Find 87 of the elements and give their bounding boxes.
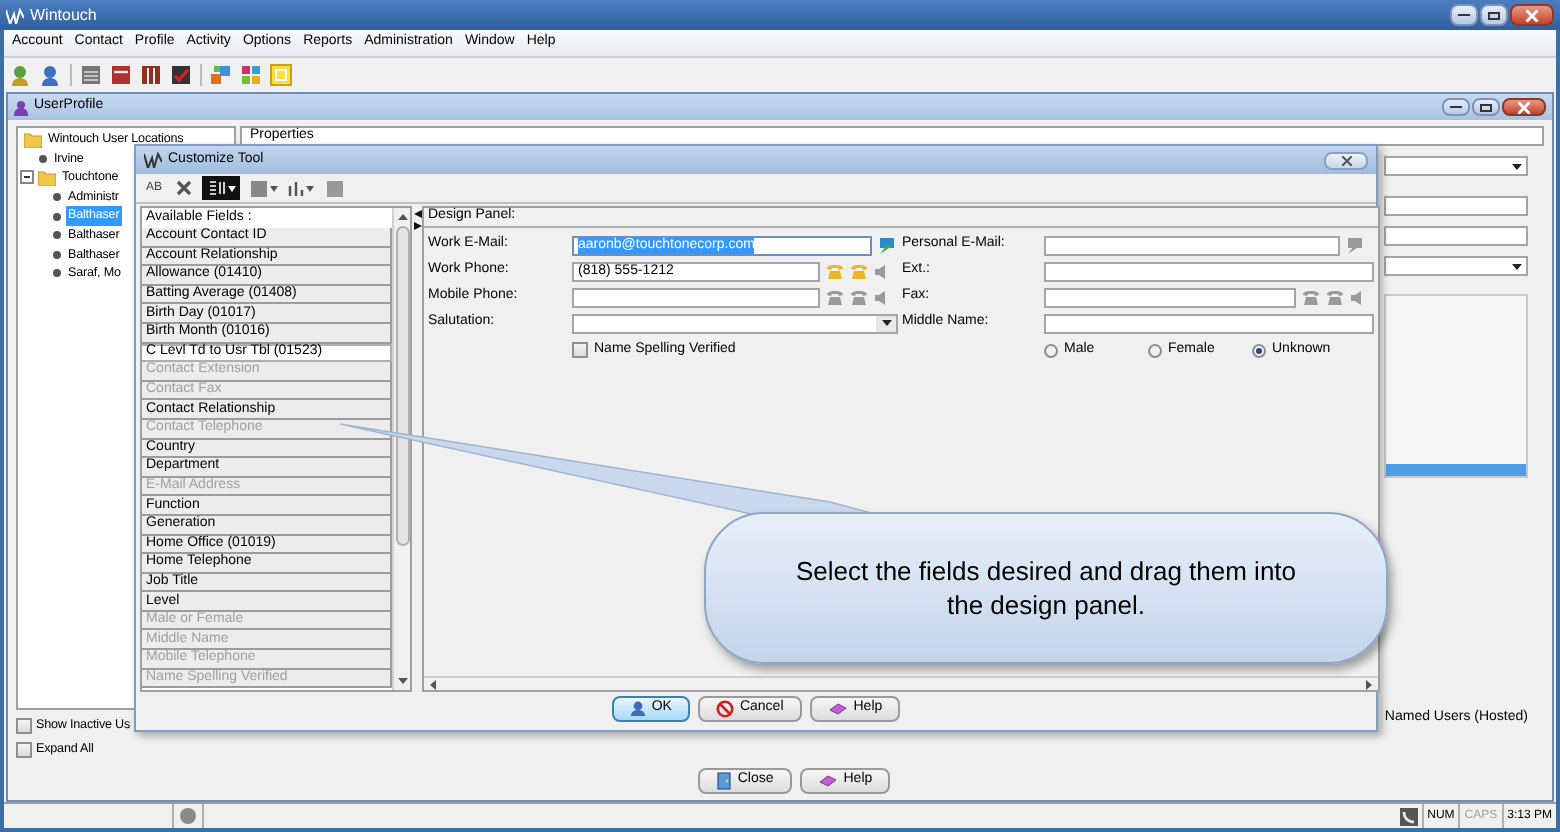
right-arrow-icon[interactable] [1366,679,1372,689]
splitter-arrows-icon[interactable] [413,210,421,230]
bullet-icon [52,211,62,222]
dropdown-field[interactable] [1384,256,1528,276]
delete-tool-button[interactable] [172,176,196,200]
scrollbar-thumb[interactable] [395,226,409,546]
person-icon[interactable] [10,64,32,86]
down-arrow-icon[interactable] [397,678,407,684]
caret-icon [269,185,277,191]
book-icon [827,701,848,715]
checkbox[interactable] [16,742,32,759]
checkbox[interactable] [572,342,588,358]
radio-button[interactable] [1044,343,1058,357]
x-icon [176,180,192,196]
close-button[interactable] [1502,98,1546,116]
grid-icon[interactable] [80,64,102,86]
horizontal-scrollbar[interactable] [424,676,1378,690]
selection-bar [1386,464,1526,476]
telephone-icon[interactable] [850,263,868,279]
caret-icon [1512,263,1522,269]
caret-icon [1512,163,1522,169]
close-button[interactable] [1510,4,1554,26]
telephone-icon[interactable] [826,289,844,305]
square-icon [325,179,343,197]
input-field[interactable] [1044,287,1296,307]
window-title: Wintouch [30,3,97,27]
app-logo-icon [6,7,24,23]
radio-button[interactable] [1252,343,1266,357]
bar-chart-icon [288,180,304,196]
square-icon[interactable] [270,64,292,86]
maximize-button[interactable] [1480,4,1508,26]
callout-text: Select the fields desired and drag them into the design panel. [793,554,1299,622]
caret-icon [306,185,314,191]
telephone-icon[interactable] [1326,289,1344,305]
checkmark-icon[interactable] [170,64,192,86]
layout-icon [207,180,225,196]
tiles-icon[interactable] [210,64,232,86]
speaker-icon[interactable] [1350,289,1364,305]
minimize-button[interactable] [1442,98,1470,116]
bullet-icon [52,268,62,279]
person-icon[interactable] [40,64,62,86]
left-arrow-icon[interactable] [430,679,436,689]
app-logo-icon [144,152,162,168]
box-tool-button[interactable] [322,176,346,200]
bullet-icon [38,153,48,164]
input-field[interactable] [1044,261,1374,281]
dropdown-field[interactable] [1384,156,1528,176]
close-icon [1526,9,1538,21]
close-button[interactable] [1324,151,1368,169]
caret-icon [881,320,891,326]
bar-chart-tool-button[interactable] [286,176,316,200]
scrollbar[interactable] [392,208,410,690]
color-grid-icon[interactable] [240,64,262,86]
up-arrow-icon[interactable] [397,214,407,220]
input-field[interactable] [572,287,820,307]
status-light-icon [178,806,198,826]
minimize-button[interactable] [1450,4,1478,26]
collapse-icon[interactable] [20,170,34,185]
bullet-icon [52,230,62,241]
dropdown-field[interactable] [572,313,898,333]
square-icon [249,179,267,197]
maximize-button[interactable] [1472,98,1500,116]
folder-icon [38,169,56,186]
person-icon [629,700,646,716]
close-icon [1341,155,1351,165]
checkbox[interactable] [16,717,32,734]
bullet-icon [52,192,62,203]
caret-icon [227,185,235,191]
input-field[interactable] [1044,313,1374,333]
telephone-icon[interactable] [1302,289,1320,305]
folder-icon [24,131,42,148]
input-field[interactable] [1384,196,1528,216]
prohibited-icon [715,699,734,717]
calendar-icon[interactable] [110,64,132,86]
door-icon [715,771,732,789]
layout-tool-button[interactable] [202,176,240,200]
person-icon [14,99,28,115]
close-icon [1518,101,1530,113]
book-icon [817,773,838,787]
columns-icon[interactable] [140,64,162,86]
radio-button[interactable] [1148,343,1162,357]
telephone-icon[interactable] [850,289,868,305]
fill-tool-button[interactable] [246,176,280,200]
input-field[interactable] [1044,235,1340,255]
input-field[interactable] [1384,226,1528,246]
bullet-icon [52,249,62,260]
telephone-icon[interactable] [826,263,844,279]
